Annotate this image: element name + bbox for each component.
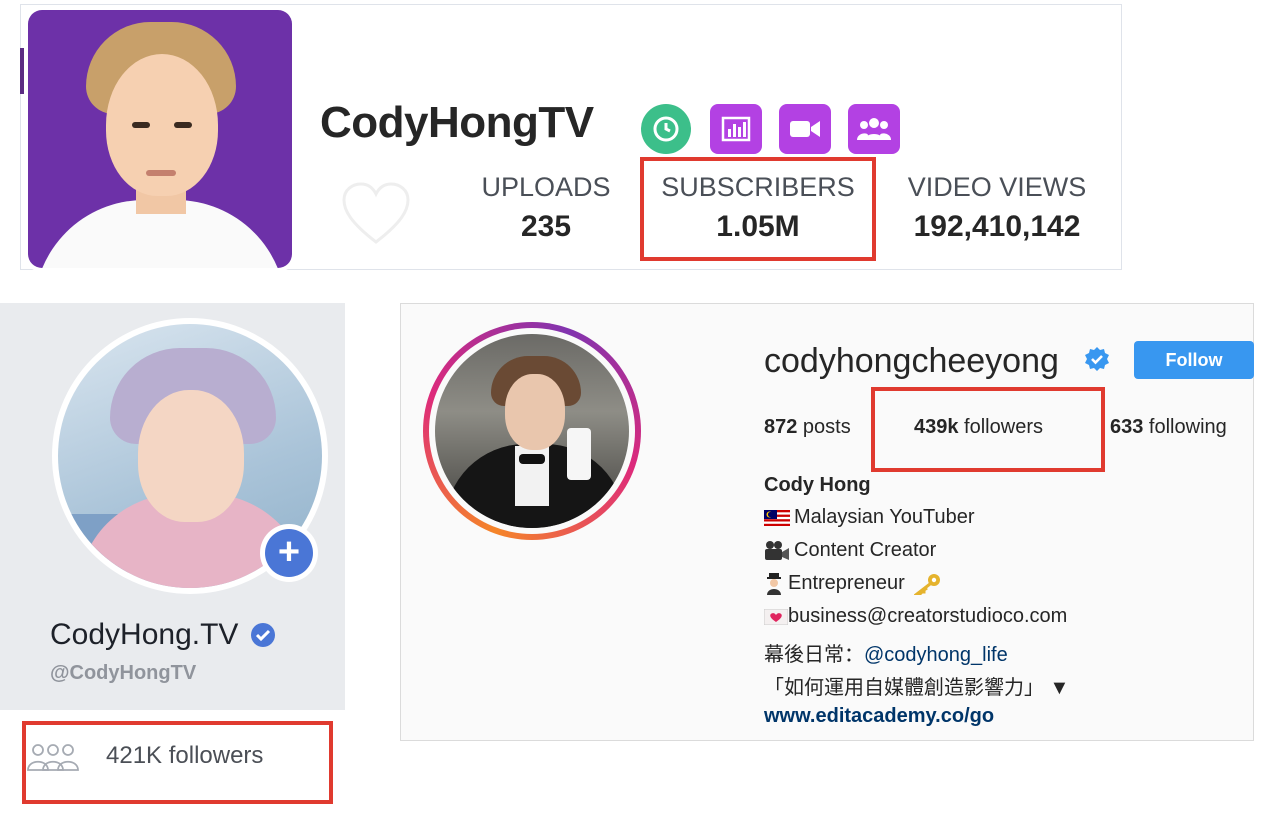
video-views-label: VIDEO VIEWS xyxy=(907,172,1087,202)
video-camera-icon[interactable] xyxy=(779,104,831,154)
verified-badge-icon xyxy=(251,623,275,647)
key-icon xyxy=(914,573,941,595)
movie-camera-icon xyxy=(765,540,789,560)
heart-icon[interactable] xyxy=(340,180,412,248)
facebook-followers-highlight-box xyxy=(22,721,333,804)
plus-icon: + xyxy=(265,529,313,577)
video-views-value: 192,410,142 xyxy=(913,210,1081,243)
facebook-handle[interactable]: @CodyHongTV xyxy=(50,662,196,685)
website-link[interactable]: www.editacademy.co/go xyxy=(764,705,994,728)
instagram-profile-picture[interactable] xyxy=(429,328,635,534)
follow-button[interactable]: Follow xyxy=(1134,341,1254,379)
users-icon[interactable] xyxy=(848,104,900,154)
facebook-page-name: CodyHong.TV xyxy=(50,618,239,651)
instagram-followers-highlight-box xyxy=(871,387,1105,472)
add-photo-button[interactable]: + xyxy=(260,524,318,582)
chart-icon[interactable] xyxy=(710,104,762,154)
clock-icon[interactable] xyxy=(641,104,691,154)
love-letter-icon xyxy=(764,608,788,625)
following-count[interactable]: 633 following xyxy=(1110,416,1227,439)
bio-line: Content Creator xyxy=(764,539,936,562)
subscribers-highlight-box xyxy=(640,157,876,261)
instagram-username: codyhongcheeyong xyxy=(764,342,1059,380)
bio-line: business@creatorstudioco.com xyxy=(764,605,1067,628)
card-edge-accent xyxy=(20,48,24,94)
posts-count[interactable]: 872 posts xyxy=(764,416,851,439)
uploads-label: UPLOADS xyxy=(481,172,611,202)
youtube-channel-name: CodyHongTV xyxy=(320,98,594,147)
uploads-value: 235 xyxy=(520,210,572,243)
youtube-channel-avatar[interactable] xyxy=(28,10,292,268)
malaysia-flag-icon xyxy=(764,509,790,526)
instagram-full-name: Cody Hong xyxy=(764,474,871,496)
bio-line: Entrepreneur xyxy=(764,572,946,595)
mention-link[interactable]: @codyhong_life xyxy=(864,644,1008,666)
bio-line: 幕後日常：@codyhong_life xyxy=(764,644,1008,666)
bio-line: Malaysian YouTuber xyxy=(764,506,975,529)
bio-line: 「如何運用自媒體創造影響力」 ▼ xyxy=(764,677,1070,699)
verified-badge-icon xyxy=(1085,347,1109,371)
businessman-icon xyxy=(767,572,781,595)
